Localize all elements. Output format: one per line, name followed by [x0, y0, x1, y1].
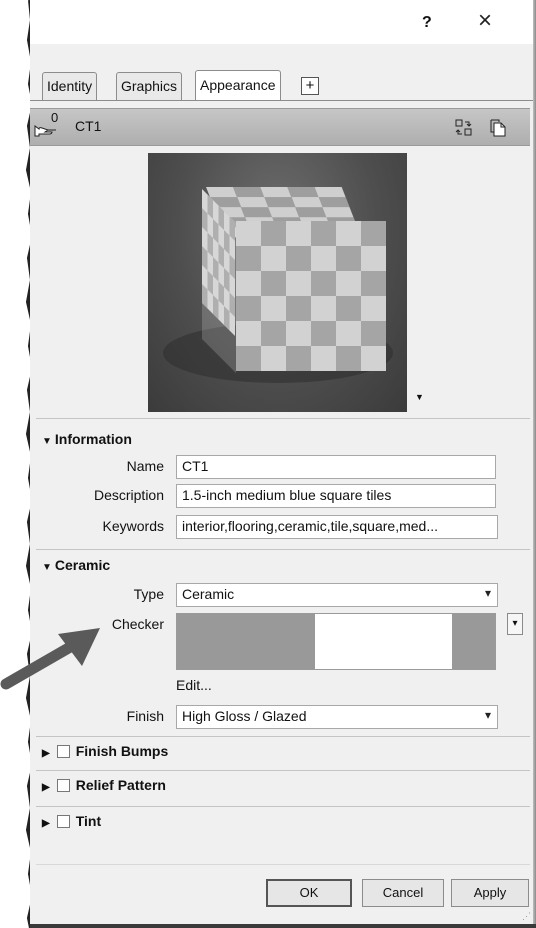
- tab-appearance[interactable]: Appearance: [195, 70, 281, 100]
- footer-separator: [36, 864, 530, 865]
- keywords-label: Keywords: [102, 518, 164, 534]
- checker-cube-preview: [163, 187, 393, 383]
- duplicate-asset-icon[interactable]: [488, 118, 508, 138]
- description-label: Description: [93, 487, 164, 503]
- cancel-button[interactable]: Cancel: [362, 879, 444, 907]
- checker-dropdown-button[interactable]: ▾: [507, 613, 523, 635]
- add-tab-button[interactable]: +: [301, 77, 319, 95]
- section-separator: [36, 736, 530, 737]
- tint-label: Tint: [75, 813, 102, 829]
- resize-grip-icon[interactable]: ⋰: [522, 911, 531, 922]
- finish-select-value: High Gloss / Glazed: [182, 708, 307, 724]
- replace-asset-icon[interactable]: [454, 118, 474, 138]
- title-bar: ? ×: [30, 0, 536, 44]
- expand-triangle-icon: ▼: [42, 562, 52, 573]
- material-browser-dialog: ? × Identity Graphics Appearance + 0 CT1: [30, 0, 536, 928]
- type-select[interactable]: Ceramic: [176, 583, 498, 607]
- finish-bumps-label: Finish Bumps: [75, 743, 169, 759]
- relief-pattern-checkbox[interactable]: [56, 779, 70, 792]
- information-header-label: Information: [54, 431, 132, 447]
- checker-white-tile: [315, 614, 452, 669]
- tab-divider: [30, 100, 536, 101]
- tab-graphics[interactable]: Graphics: [116, 72, 183, 100]
- ceramic-section-header[interactable]: ▼ Ceramic: [42, 557, 110, 573]
- type-label: Type: [133, 586, 164, 602]
- information-section-header[interactable]: ▼ Information: [42, 431, 132, 447]
- name-field[interactable]: CT1: [176, 455, 496, 479]
- finish-select[interactable]: High Gloss / Glazed: [176, 705, 498, 729]
- expand-triangle-icon: ▼: [42, 436, 52, 447]
- asset-header: 0 CT1: [30, 108, 530, 146]
- asset-user-count: 0: [51, 110, 59, 125]
- collapse-triangle-icon: ▶: [42, 818, 50, 829]
- finish-bumps-checkbox[interactable]: [56, 745, 70, 758]
- keywords-field[interactable]: interior,flooring,ceramic,tile,square,me…: [176, 515, 498, 539]
- relief-pattern-label: Relief Pattern: [75, 777, 166, 793]
- finish-label: Finish: [126, 708, 164, 724]
- section-separator: [36, 806, 530, 807]
- collapse-triangle-icon: ▶: [42, 782, 50, 793]
- annotation-arrow-icon: [0, 628, 100, 690]
- ceramic-header-label: Ceramic: [54, 557, 111, 573]
- close-button[interactable]: ×: [478, 9, 492, 33]
- collapse-triangle-icon: ▶: [42, 748, 50, 759]
- preview-options-dropdown-icon[interactable]: ▼: [415, 392, 424, 402]
- section-separator: [36, 418, 530, 419]
- section-separator: [36, 549, 530, 550]
- tab-identity[interactable]: Identity: [42, 72, 98, 100]
- section-separator: [36, 770, 530, 771]
- checker-edit-link[interactable]: Edit...: [176, 677, 212, 693]
- finish-bumps-section[interactable]: ▶ Finish Bumps: [42, 743, 168, 759]
- type-select-value: Ceramic: [182, 586, 235, 602]
- tint-checkbox[interactable]: [56, 815, 70, 828]
- relief-pattern-section[interactable]: ▶ Relief Pattern: [42, 777, 166, 793]
- apply-button[interactable]: Apply: [451, 879, 529, 907]
- asset-name: CT1: [75, 118, 102, 134]
- help-button[interactable]: ?: [422, 14, 432, 32]
- material-preview[interactable]: [148, 153, 407, 412]
- checker-swatch[interactable]: [176, 613, 496, 670]
- tint-section[interactable]: ▶ Tint: [42, 813, 101, 829]
- ok-button[interactable]: OK: [266, 879, 352, 907]
- description-field[interactable]: 1.5-inch medium blue square tiles: [176, 484, 496, 508]
- name-label: Name: [126, 458, 164, 474]
